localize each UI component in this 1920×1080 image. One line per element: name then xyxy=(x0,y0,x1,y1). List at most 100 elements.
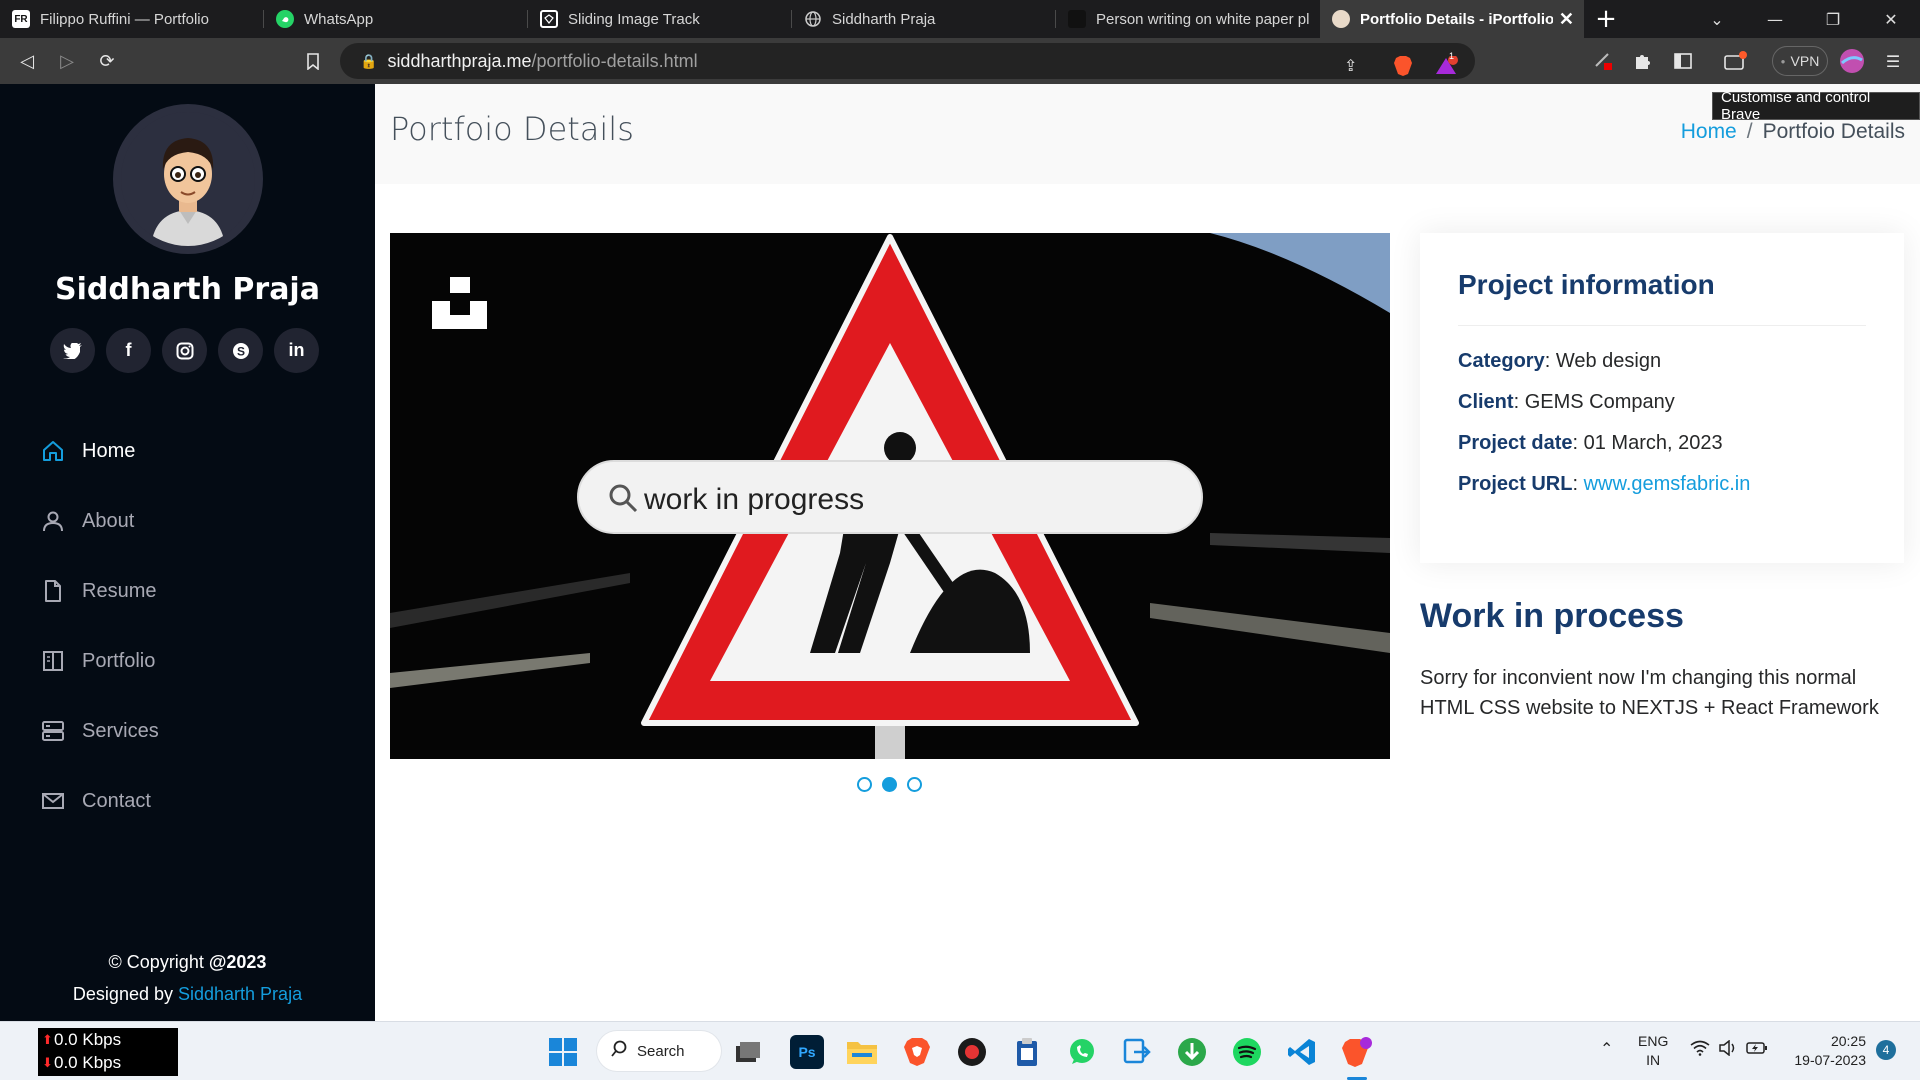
facebook-icon[interactable]: f xyxy=(106,328,151,373)
vscode-icon[interactable] xyxy=(1285,1035,1319,1069)
whatsapp-taskbar-icon[interactable] xyxy=(1065,1035,1099,1069)
breadcrumb-current: Portfoio Details xyxy=(1762,120,1905,143)
tab-sliding-image[interactable]: Sliding Image Track xyxy=(528,0,792,38)
back-icon[interactable]: ◁ xyxy=(14,48,40,74)
tab-filippo[interactable]: FR Filippo Ruffini — Portfolio xyxy=(0,0,264,38)
new-tab-button[interactable]: + xyxy=(1584,0,1628,38)
notification-badge[interactable]: 4 xyxy=(1876,1040,1896,1060)
twitter-icon[interactable] xyxy=(50,328,95,373)
share-icon[interactable]: ⇪ xyxy=(1344,53,1357,79)
project-info-card: Project information Category: Web design… xyxy=(1420,233,1904,563)
download-manager-icon[interactable] xyxy=(1175,1035,1209,1069)
windows-taskbar: ⬆ 0.0 Kbps ⬇ 0.0 Kbps Search Ps ⌃ ENG IN… xyxy=(0,1021,1920,1080)
nav-label: Services xyxy=(82,719,159,742)
clipboard-app-icon[interactable] xyxy=(1010,1035,1044,1069)
maximize-icon[interactable]: ❐ xyxy=(1804,0,1862,38)
nav-item-home[interactable]: Home xyxy=(40,416,159,486)
lang-top: ENG xyxy=(1638,1033,1669,1049)
clock-date: 19-07-2023 xyxy=(1794,1052,1866,1068)
lang-bottom: IN xyxy=(1646,1052,1661,1068)
phone-link-icon[interactable] xyxy=(1120,1035,1154,1069)
profile-avatar-icon[interactable] xyxy=(1838,48,1866,74)
wifi-icon[interactable] xyxy=(1690,1040,1710,1061)
lock-icon: 🔒 xyxy=(360,52,378,69)
vpn-button[interactable]: ● VPN xyxy=(1772,46,1828,76)
tab-title: Filippo Ruffini — Portfolio xyxy=(40,10,209,28)
avatar xyxy=(113,104,263,254)
address-bar[interactable]: 🔒 siddharthpraja.me/portfolio-details.ht… xyxy=(340,43,1475,79)
vpn-label: VPN xyxy=(1790,53,1820,69)
breadcrumb-separator: / xyxy=(1746,120,1753,143)
battery-icon[interactable] xyxy=(1746,1040,1768,1061)
list-item: Category: Web design xyxy=(1458,350,1662,372)
tab-search-chevron-icon[interactable]: ⌄ xyxy=(1688,0,1746,38)
nav-item-about[interactable]: About xyxy=(40,486,159,556)
brave-rewards-icon[interactable]: 1 xyxy=(1433,51,1459,79)
nav-item-services[interactable]: Services xyxy=(40,696,159,766)
tab-title: Sliding Image Track xyxy=(568,10,700,28)
davinci-resolve-icon[interactable] xyxy=(955,1035,989,1069)
copyright-year: @2023 xyxy=(208,952,267,972)
search-label: Search xyxy=(637,1042,685,1060)
designed-by-label: Designed by xyxy=(72,984,178,1004)
page-title: Portfoio Details xyxy=(390,110,634,148)
close-tab-icon[interactable]: ✕ xyxy=(1559,9,1574,30)
sidebar-toggle-icon[interactable] xyxy=(1672,48,1694,74)
extensions-puzzle-icon[interactable] xyxy=(1632,48,1654,74)
volume-icon[interactable] xyxy=(1718,1039,1738,1061)
url-host: siddharthpraja.me xyxy=(387,50,532,71)
copyright-prefix: © Copyright xyxy=(108,952,209,972)
rewards-badge: 1 xyxy=(1449,51,1455,61)
forward-icon[interactable]: ▷ xyxy=(54,48,80,74)
slider-dot-active[interactable] xyxy=(882,777,897,792)
language-indicator[interactable]: ENG IN xyxy=(1638,1032,1668,1070)
image-search-text: work in progress xyxy=(643,483,864,516)
search-icon xyxy=(611,1040,627,1062)
work-in-progress-sign-image: work in progress xyxy=(390,233,1390,759)
tab-person-writing[interactable]: Person writing on white paper pl xyxy=(1056,0,1320,38)
spotify-icon[interactable] xyxy=(1230,1035,1264,1069)
instagram-icon[interactable] xyxy=(162,328,207,373)
task-view-icon[interactable] xyxy=(731,1035,765,1069)
nav-item-portfolio[interactable]: Portfolio xyxy=(40,626,159,696)
windows-start-icon[interactable] xyxy=(546,1035,580,1069)
reload-icon[interactable]: ⟳ xyxy=(94,48,120,74)
taskbar-search-button[interactable]: Search xyxy=(597,1031,721,1071)
linkedin-icon[interactable]: in xyxy=(274,328,319,373)
book-icon xyxy=(40,648,66,674)
brave-browser-icon[interactable] xyxy=(900,1035,934,1069)
slider-dot[interactable] xyxy=(907,777,922,792)
list-item: Project date: 01 March, 2023 xyxy=(1458,432,1723,454)
minimize-icon[interactable]: — xyxy=(1746,0,1804,38)
breadcrumb-home-link[interactable]: Home xyxy=(1681,120,1737,143)
portfolio-image-slider[interactable]: work in progress xyxy=(390,233,1390,759)
tab-whatsapp[interactable]: WhatsApp xyxy=(264,0,528,38)
file-explorer-icon[interactable] xyxy=(845,1035,879,1069)
info-value: 01 March, 2023 xyxy=(1583,432,1723,454)
pen-extension-icon[interactable] xyxy=(1592,48,1614,74)
tab-siddharth[interactable]: Siddharth Praja xyxy=(792,0,1056,38)
brave-shields-icon[interactable] xyxy=(1392,53,1414,79)
close-window-icon[interactable]: ✕ xyxy=(1862,0,1920,38)
net-download: 0.0 Kbps xyxy=(54,1053,122,1072)
clock[interactable]: 20:25 19-07-2023 xyxy=(1790,1032,1866,1070)
skype-icon[interactable]: S xyxy=(218,328,263,373)
photoshop-icon[interactable]: Ps xyxy=(790,1035,824,1069)
svg-text:S: S xyxy=(236,344,244,358)
brave-active-icon[interactable] xyxy=(1340,1035,1374,1069)
tab-portfolio-details[interactable]: Portfolio Details - iPortfolio ✕ xyxy=(1320,0,1584,38)
info-label: Project date xyxy=(1458,432,1573,454)
nav-item-resume[interactable]: Resume xyxy=(40,556,159,626)
list-item: Client: GEMS Company xyxy=(1458,391,1675,413)
show-hidden-icons-chevron-icon[interactable]: ⌃ xyxy=(1600,1040,1613,1059)
designer-link[interactable]: Siddharth Praja xyxy=(178,984,302,1004)
menu-hamburger-icon[interactable]: ☰ xyxy=(1882,48,1904,74)
slider-dot[interactable] xyxy=(857,777,872,792)
wallet-icon[interactable] xyxy=(1722,48,1748,74)
list-item: Project URL: www.gemsfabric.in xyxy=(1458,473,1751,495)
project-info-title: Project information xyxy=(1458,269,1715,300)
description-text: Sorry for inconvient now I'm changing th… xyxy=(1420,667,1879,719)
nav-item-contact[interactable]: Contact xyxy=(40,766,159,836)
project-url-link[interactable]: www.gemsfabric.in xyxy=(1584,473,1751,495)
bookmark-icon[interactable] xyxy=(300,48,326,74)
